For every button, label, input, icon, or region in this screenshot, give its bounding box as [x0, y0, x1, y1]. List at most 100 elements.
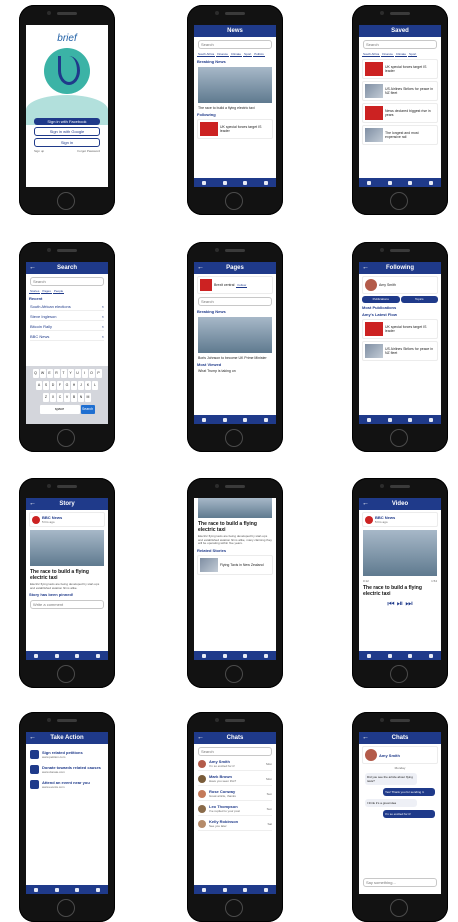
signup-link[interactable]: Sign up [34, 149, 44, 153]
home-button[interactable] [390, 665, 408, 683]
recent-item[interactable]: Bitcoin Rally × [30, 324, 104, 331]
key[interactable]: R [53, 369, 60, 378]
key[interactable]: V [64, 393, 70, 402]
key[interactable]: G [64, 381, 70, 390]
back-icon[interactable]: ← [29, 262, 36, 274]
comment-input[interactable]: Write a comment [30, 600, 104, 610]
recent-item[interactable]: Steve Ingleson × [30, 314, 104, 321]
video-player[interactable] [363, 530, 437, 576]
bookmark-icon[interactable] [54, 653, 59, 658]
news-icon[interactable] [202, 180, 207, 185]
action-item[interactable]: Donate towards related causes www.donate.… [30, 765, 104, 774]
back-icon[interactable]: ← [197, 732, 204, 744]
chat-row[interactable]: Amy Smith I'm so excited for it! Mon [198, 759, 272, 771]
news-icon[interactable] [202, 653, 207, 658]
key[interactable]: M [85, 393, 91, 402]
publications-button[interactable]: Publications [362, 296, 400, 303]
key[interactable]: S [43, 381, 49, 390]
chat-row[interactable]: Kelly Robinson See you later Sat [198, 819, 272, 831]
bookmark-icon[interactable] [222, 417, 227, 422]
search-key[interactable]: Search [80, 405, 95, 414]
news-icon[interactable] [367, 653, 372, 658]
chat-row[interactable]: Leo Thompson I've replied to your post Sun [198, 804, 272, 816]
chat-icon[interactable] [263, 180, 268, 185]
chip[interactable]: Finance [381, 52, 394, 57]
bookmark-icon[interactable] [222, 180, 227, 185]
key[interactable]: A [36, 381, 42, 390]
recent-item[interactable]: BBC News × [30, 334, 104, 341]
back-icon[interactable]: ← [197, 262, 204, 274]
signin-button[interactable]: Sign in [34, 138, 100, 147]
action-item[interactable]: Attend an event near you www.events.com [30, 780, 104, 789]
chat-icon[interactable] [428, 653, 433, 658]
list-item[interactable]: The longest and most expensive rail [362, 125, 438, 145]
chat-icon[interactable] [95, 653, 100, 658]
profile-icon[interactable] [243, 180, 248, 185]
chat-icon[interactable] [428, 417, 433, 422]
key[interactable]: L [92, 381, 98, 390]
key[interactable]: E [46, 369, 53, 378]
chip[interactable]: Climate [229, 52, 243, 57]
tab-stories[interactable]: Stories [29, 289, 41, 294]
close-icon[interactable]: × [102, 314, 104, 319]
story-headline[interactable]: The race to build a flying electric taxi [198, 106, 272, 110]
key[interactable]: P [95, 369, 102, 378]
back-icon[interactable]: ← [29, 732, 36, 744]
profile-icon[interactable] [75, 653, 80, 658]
space-key[interactable]: space [39, 405, 80, 414]
chip[interactable]: South Africa [362, 52, 381, 57]
close-icon[interactable]: × [102, 304, 104, 309]
home-button[interactable] [225, 429, 243, 447]
back-icon[interactable]: ← [362, 498, 369, 510]
home-button[interactable] [57, 429, 75, 447]
news-icon[interactable] [202, 887, 207, 892]
action-link[interactable]: www.events.com [42, 785, 90, 789]
action-item[interactable]: Sign related petitions www.petition.com [30, 750, 104, 759]
home-button[interactable] [57, 192, 75, 210]
profile-icon[interactable] [408, 417, 413, 422]
search-input[interactable]: Search [198, 747, 272, 756]
profile-icon[interactable] [243, 887, 248, 892]
home-button[interactable] [57, 665, 75, 683]
search-input[interactable]: Search [363, 40, 437, 49]
chat-icon[interactable] [263, 653, 268, 658]
chat-row[interactable]: Rose Conway Great article, thanks Sun [198, 789, 272, 801]
key[interactable]: O [88, 369, 95, 378]
chat-icon[interactable] [95, 887, 100, 892]
list-item[interactable]: US Airlines Strikes for peace in NZ flee… [362, 81, 438, 101]
bookmark-icon[interactable] [387, 417, 392, 422]
list-item[interactable]: UK special forces target IS leader [362, 319, 438, 339]
key[interactable]: U [74, 369, 81, 378]
key[interactable]: H [71, 381, 77, 390]
chat-icon[interactable] [428, 180, 433, 185]
profile-icon[interactable] [75, 887, 80, 892]
home-button[interactable] [390, 429, 408, 447]
back-icon[interactable]: ← [362, 732, 369, 744]
news-icon[interactable] [367, 180, 372, 185]
key[interactable]: T [60, 369, 67, 378]
bookmark-icon[interactable] [387, 653, 392, 658]
key[interactable]: C [57, 393, 63, 402]
action-link[interactable]: www.petition.com [42, 755, 83, 759]
news-icon[interactable] [34, 653, 39, 658]
list-item[interactable]: UK special forces target IS leader [197, 119, 273, 139]
key[interactable]: I [81, 369, 88, 378]
home-button[interactable] [57, 899, 75, 917]
close-icon[interactable]: × [102, 334, 104, 339]
back-icon[interactable]: ← [362, 262, 369, 274]
profile-icon[interactable] [243, 653, 248, 658]
play-controls[interactable]: ⏮ ⏯ ⏭ [359, 599, 441, 609]
facebook-signin-button[interactable]: Sign in with Facebook [34, 118, 100, 125]
profile-icon[interactable] [243, 417, 248, 422]
key[interactable]: Q [32, 369, 39, 378]
key[interactable]: W [39, 369, 46, 378]
search-input[interactable]: Search [30, 277, 104, 286]
action-link[interactable]: www.donate.com [42, 770, 101, 774]
chip[interactable]: Sport [243, 52, 253, 57]
forgot-password-link[interactable]: Forgot Password [77, 149, 100, 153]
key[interactable]: N [78, 393, 84, 402]
chat-icon[interactable] [263, 887, 268, 892]
list-item[interactable]: US Airlines Strikes for peace in NZ flee… [362, 341, 438, 361]
chip[interactable]: Sport [408, 52, 418, 57]
back-icon[interactable]: ← [29, 498, 36, 510]
